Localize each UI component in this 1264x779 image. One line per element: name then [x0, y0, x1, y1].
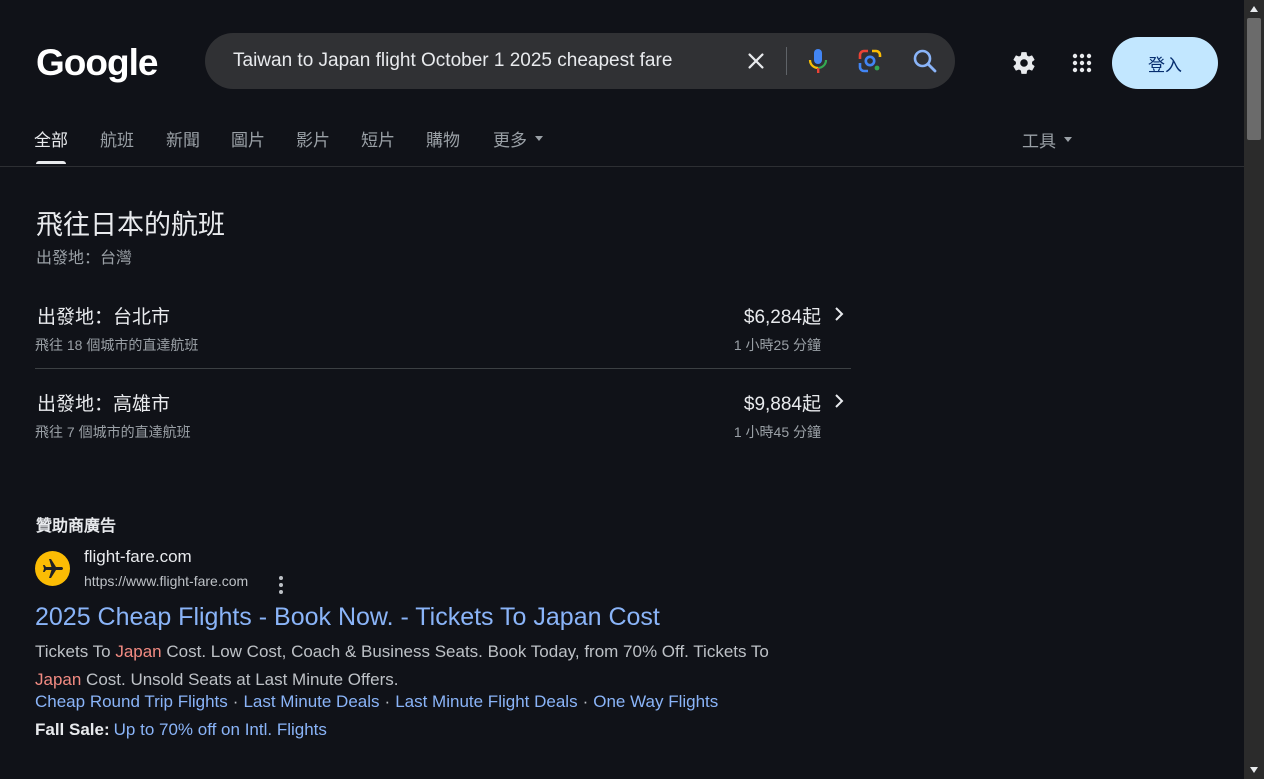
sitelink-separator: · [582, 692, 589, 711]
flight-origin-subtext: 飛往 18 個城市的直達航班 [35, 337, 199, 353]
chevron-right-icon [835, 307, 844, 321]
tab-short-videos[interactable]: 短片 [345, 112, 411, 164]
ad-desc-highlight: Japan [35, 670, 82, 689]
flights-module-title: 飛往日本的航班 [36, 210, 225, 240]
search-input[interactable]: Taiwan to Japan flight October 1 2025 ch… [233, 50, 672, 72]
microphone-icon [808, 49, 828, 73]
search-icon [913, 49, 937, 73]
more-vert-icon [279, 576, 283, 594]
flight-duration: 1 小時25 分鐘 [733, 337, 821, 353]
search-box[interactable]: Taiwan to Japan flight October 1 2025 ch… [205, 33, 955, 89]
sitelink-separator: · [232, 692, 239, 711]
tab-news[interactable]: 新聞 [150, 112, 216, 164]
ad-desc-highlight: Japan [115, 642, 162, 661]
airplane-icon [35, 551, 70, 586]
tab-all[interactable]: 全部 [18, 112, 84, 164]
header-divider [0, 166, 1244, 167]
voice-search-button[interactable] [790, 33, 846, 89]
tab-more[interactable]: 更多 [476, 116, 560, 160]
caret-down-icon [1064, 136, 1072, 142]
tab-images[interactable]: 圖片 [215, 112, 281, 164]
ad-promotion: Fall Sale: Up to 70% off on Intl. Flights [35, 720, 327, 740]
apps-grid-icon [1072, 53, 1092, 73]
ad-sitelinks: Cheap Round Trip Flights · Last Minute Dea… [35, 692, 718, 712]
scrollbar-thumb[interactable] [1247, 18, 1261, 140]
tab-flights[interactable]: 航班 [84, 112, 150, 164]
flight-duration: 1 小時45 分鐘 [733, 424, 821, 440]
ad-desc-text: Cost. Unsold Seats at Last Minute Offers… [81, 670, 399, 689]
vertical-scrollbar[interactable] [1244, 0, 1264, 779]
tab-videos[interactable]: 影片 [280, 112, 346, 164]
tab-more-label: 更多 [493, 130, 527, 150]
flight-origin-subtext: 飛往 7 個城市的直達航班 [35, 424, 191, 440]
settings-button[interactable] [997, 36, 1051, 90]
close-icon [748, 53, 764, 69]
sitelink-last-minute-flight-deals[interactable]: Last Minute Flight Deals [395, 692, 577, 711]
scroll-down-arrow-icon[interactable] [1244, 761, 1264, 779]
sitelink-separator: · [384, 692, 391, 711]
sitelink-one-way-flights[interactable]: One Way Flights [593, 692, 718, 711]
flight-price: $6,284起 [743, 307, 821, 328]
ad-site-name[interactable]: flight-fare.com [84, 547, 192, 567]
tools-button[interactable]: 工具 [1006, 118, 1088, 160]
gear-icon [1013, 52, 1035, 74]
google-logo[interactable]: Google [36, 42, 158, 84]
image-search-button[interactable] [842, 33, 898, 89]
sponsored-label: 贊助商廣告 [36, 518, 117, 535]
flight-origin-row[interactable]: 出發地：高雄市 飛往 7 個城市的直達航班 $9,884起 1 小時45 分鐘 [35, 368, 851, 454]
lens-icon [858, 49, 882, 73]
chevron-right-icon [835, 394, 844, 408]
clear-button[interactable] [728, 33, 784, 89]
flight-origin-title: 出發地：台北市 [37, 307, 171, 328]
sitelink-last-minute-deals[interactable]: Last Minute Deals [243, 692, 379, 711]
google-apps-button[interactable] [1055, 36, 1109, 90]
promo-link[interactable]: Up to 70% off on Intl. Flights [114, 720, 327, 739]
tools-label: 工具 [1022, 131, 1056, 151]
search-divider [786, 47, 787, 75]
flight-price: $9,884起 [743, 394, 821, 415]
ad-description: Tickets To Japan Cost. Low Cost, Coach &… [35, 638, 795, 694]
ad-desc-text: Cost. Low Cost, Coach & Business Seats. … [161, 642, 769, 661]
tab-shopping[interactable]: 購物 [410, 112, 476, 164]
flights-module-subtitle: 出發地：台灣 [36, 250, 133, 267]
ad-headline-link[interactable]: 2025 Cheap Flights - Book Now. - Tickets… [35, 603, 660, 632]
ad-options-button[interactable] [269, 571, 293, 599]
ad-desc-text: Tickets To [35, 642, 116, 661]
flight-origin-row[interactable]: 出發地：台北市 飛往 18 個城市的直達航班 $6,284起 1 小時25 分鐘 [35, 282, 851, 368]
sitelink-cheap-round-trip[interactable]: Cheap Round Trip Flights [35, 692, 228, 711]
promo-label: Fall Sale: [35, 720, 110, 739]
search-results-page: Google Taiwan to Japan flight October 1 … [0, 0, 1244, 779]
sign-in-button[interactable]: 登入 [1112, 37, 1218, 89]
scroll-up-arrow-icon[interactable] [1244, 0, 1264, 18]
ad-url[interactable]: https://www.flight-fare.com [84, 573, 248, 589]
caret-down-icon [535, 135, 543, 141]
search-button[interactable] [897, 33, 953, 89]
flight-origin-title: 出發地：高雄市 [37, 394, 171, 415]
